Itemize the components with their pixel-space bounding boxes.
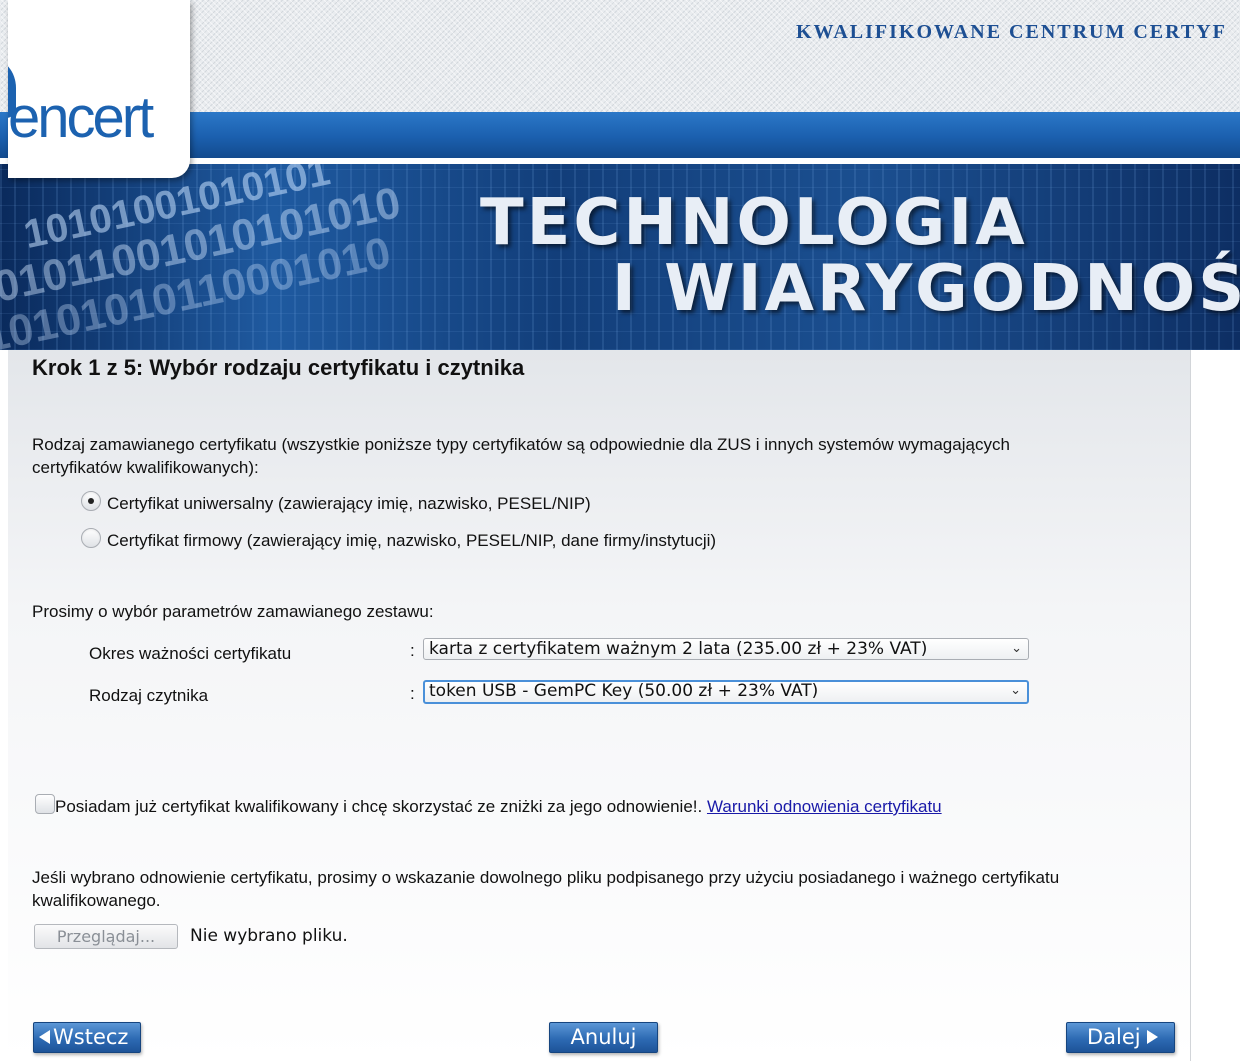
banner-slogan-line2: I WIARYGODNOŚ	[612, 252, 1240, 326]
step-title: Krok 1 z 5: Wybór rodzaju certyfikatu i …	[32, 355, 525, 380]
renewal-row: Posiadam już certyfikat kwalifikowany i …	[55, 795, 942, 818]
banner: 10101001010101 01011001010101010 1010101…	[0, 164, 1240, 350]
cancel-button-label: Anuluj	[570, 1025, 637, 1049]
arrow-left-icon	[39, 1029, 50, 1044]
parameters-intro: Prosimy o wybór parametrów zamawianego z…	[32, 602, 434, 621]
renewal-checkbox[interactable]	[35, 794, 55, 814]
radio-universal-label[interactable]: Certyfikat uniwersalny (zawierający imię…	[107, 492, 591, 515]
certificate-type-label-cont: certyfikatów kwalifikowanych):	[32, 458, 259, 477]
reader-separator: :	[410, 684, 415, 703]
validity-select-value: karta z certyfikatem ważnym 2 lata (235.…	[429, 639, 928, 659]
back-button[interactable]: Wstecz	[33, 1022, 141, 1053]
header-title: KWALIFIKOWANE CENTRUM CERTYF	[796, 21, 1227, 43]
renewal-note-cont: kwalifikowanego.	[32, 891, 161, 910]
chevron-down-icon: ⌄	[1011, 641, 1022, 656]
radio-company-label[interactable]: Certyfikat firmowy (zawierający imię, na…	[107, 529, 716, 552]
radio-company-certificate[interactable]	[81, 528, 101, 548]
back-button-label: Wstecz	[53, 1025, 129, 1049]
reader-select-value: token USB - GemPC Key (50.00 zł + 23% VA…	[429, 681, 819, 701]
reader-label: Rodzaj czytnika	[89, 686, 209, 705]
next-button-label: Dalej	[1087, 1025, 1141, 1049]
renewal-checkbox-label[interactable]: Posiadam już certyfikat kwalifikowany i …	[55, 797, 702, 816]
radio-universal-certificate[interactable]	[81, 491, 101, 511]
logo[interactable]: encert	[8, 0, 190, 178]
renewal-note: Jeśli wybrano odnowienie certyfikatu, pr…	[32, 868, 1060, 887]
next-button[interactable]: Dalej	[1066, 1022, 1175, 1053]
no-file-selected-text: Nie wybrano pliku.	[190, 926, 348, 946]
validity-separator: :	[410, 641, 415, 660]
validity-label: Okres ważności certyfikatu	[89, 644, 292, 663]
logo-text: encert	[8, 85, 154, 150]
arrow-right-icon	[1146, 1029, 1158, 1044]
certificate-type-label: Rodzaj zamawianego certyfikatu (wszystki…	[32, 435, 1010, 454]
reader-select[interactable]: token USB - GemPC Key (50.00 zł + 23% VA…	[423, 680, 1029, 704]
renewal-terms-link[interactable]: Warunki odnowienia certyfikatu	[707, 797, 942, 816]
banner-slogan-line1: TECHNOLOGIA	[480, 186, 1028, 260]
browse-file-button[interactable]: Przeglądaj...	[34, 924, 178, 949]
validity-select[interactable]: karta z certyfikatem ważnym 2 lata (235.…	[423, 638, 1029, 660]
chevron-down-icon: ⌄	[1010, 683, 1021, 698]
cancel-button[interactable]: Anuluj	[549, 1022, 658, 1053]
